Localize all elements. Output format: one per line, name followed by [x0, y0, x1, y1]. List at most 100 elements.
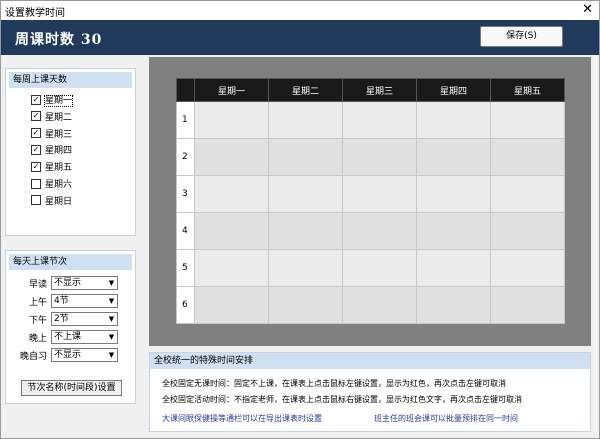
- period-number: 1: [176, 101, 195, 139]
- break-export-note: 大课间眼保健操等通栏可以在导出课表时设置: [162, 414, 322, 423]
- period-number: 4: [176, 212, 195, 250]
- timetable-cell[interactable]: [268, 101, 343, 139]
- timetable-row: 6: [176, 286, 565, 324]
- timetable-cell[interactable]: [342, 286, 417, 324]
- chevron-down-icon[interactable]: ▼: [107, 296, 116, 306]
- checkbox-checked-icon[interactable]: ✓: [31, 161, 41, 172]
- timetable-row: 3: [176, 175, 565, 213]
- weekday-checkbox[interactable]: ✓ 星期二: [31, 111, 72, 125]
- chevron-down-icon[interactable]: ▼: [107, 278, 116, 288]
- timetable-cell[interactable]: [268, 175, 343, 213]
- period-select-value: 不显示: [54, 350, 82, 360]
- weekday-checkbox[interactable]: ✓ 星期四: [31, 144, 72, 158]
- chevron-down-icon[interactable]: ▼: [107, 314, 116, 324]
- weekday-label: 星期四: [45, 146, 73, 157]
- period-label: 下午: [28, 316, 47, 326]
- period-select-value: 不显示: [54, 278, 82, 288]
- timetable-cell[interactable]: [194, 175, 269, 213]
- timetable-cell[interactable]: [416, 101, 491, 139]
- timetable-header: 星期五: [490, 78, 565, 102]
- save-button[interactable]: 保存(S): [480, 26, 563, 47]
- period-select[interactable]: 不显示 ▼: [51, 276, 118, 290]
- weekday-checkbox[interactable]: ✓ 星期一: [31, 94, 74, 108]
- timetable-cell[interactable]: [342, 138, 417, 176]
- checkbox-unchecked-icon[interactable]: [31, 195, 41, 206]
- timetable-cell[interactable]: [416, 286, 491, 324]
- timetable-cell[interactable]: [416, 175, 491, 213]
- timetable-cell[interactable]: [490, 212, 565, 250]
- corner-cell: [176, 78, 195, 102]
- timetable-cell[interactable]: [194, 212, 269, 250]
- timetable-row: 4: [176, 212, 565, 250]
- timetable-header: 星期二: [268, 78, 343, 102]
- checkbox-checked-icon[interactable]: ✓: [31, 111, 41, 122]
- timetable-cell[interactable]: [342, 249, 417, 287]
- weekday-label: 星期一: [43, 95, 74, 107]
- close-icon[interactable]: ✕: [582, 2, 593, 17]
- period-select[interactable]: 4节 ▼: [51, 294, 118, 308]
- timetable-cell[interactable]: [194, 101, 269, 139]
- period-select-value: 不上课: [54, 332, 82, 342]
- period-select-value: 2节: [54, 314, 69, 324]
- timetable-row: 1: [176, 101, 565, 139]
- weekday-label: 星期二: [45, 112, 73, 123]
- timetable-cell[interactable]: [342, 175, 417, 213]
- period-label: 上午: [28, 298, 47, 308]
- weekday-checkbox[interactable]: ✓ 星期三: [31, 128, 72, 142]
- timetable-cell[interactable]: [268, 249, 343, 287]
- weekdays-panel-title: 每周上课天数: [9, 72, 132, 88]
- period-names-button[interactable]: 节次名称(时间段)设置: [21, 380, 122, 396]
- timetable-cell[interactable]: [416, 249, 491, 287]
- period-select[interactable]: 2节 ▼: [51, 312, 118, 326]
- period-select[interactable]: 不上课 ▼: [51, 330, 118, 344]
- timetable-cell[interactable]: [490, 286, 565, 324]
- timetable-cell[interactable]: [416, 212, 491, 250]
- checkbox-checked-icon[interactable]: ✓: [31, 128, 41, 139]
- timetable-cell[interactable]: [342, 212, 417, 250]
- timetable-cell[interactable]: [490, 101, 565, 139]
- timetable-cell[interactable]: [194, 249, 269, 287]
- timetable-cell[interactable]: [268, 286, 343, 324]
- timetable-cell[interactable]: [490, 138, 565, 176]
- timetable-cell[interactable]: [194, 138, 269, 176]
- checkbox-unchecked-icon[interactable]: [31, 178, 41, 189]
- weekday-label: 星期六: [45, 180, 73, 190]
- timetable-cell[interactable]: [416, 138, 491, 176]
- timetable-row: 5: [176, 249, 565, 287]
- period-select-value: 4节: [54, 296, 69, 306]
- period-label: 晚自习: [19, 352, 47, 362]
- period-number: 3: [176, 175, 195, 213]
- fixed-activity-text: 全校固定活动时间：不指定老师，在课表上点击鼠标右键设置，显示为红色文字，再次点击…: [162, 395, 522, 404]
- settings-window: 设置教学时间 ✕ 周课时数 30 保存(S) 每周上课天数 ✓ 星期一 ✓ 星期二 ✓ 星…: [0, 0, 600, 439]
- weekday-checkbox[interactable]: 星期日: [31, 195, 72, 209]
- class-meeting-note: 班主任的班会课可以批量预排在同一时间: [374, 414, 518, 423]
- checkbox-checked-icon[interactable]: ✓: [31, 94, 41, 105]
- period-label: 晚上: [28, 334, 47, 344]
- checkbox-checked-icon[interactable]: ✓: [31, 144, 41, 155]
- timetable-cell[interactable]: [490, 249, 565, 287]
- chevron-down-icon[interactable]: ▼: [107, 332, 116, 342]
- weekday-label: 星期日: [45, 196, 73, 207]
- timetable-cell[interactable]: [268, 138, 343, 176]
- special-panel-title: 全校统一的特殊时间安排: [150, 353, 590, 369]
- timetable-header: 星期一: [194, 78, 269, 102]
- timetable-cell[interactable]: [342, 101, 417, 139]
- weekly-hours-title: 周课时数 30: [15, 32, 103, 48]
- timetable-header: 星期四: [416, 78, 491, 102]
- timetable-cell[interactable]: [268, 212, 343, 250]
- timetable: 星期一 星期二 星期三 星期四 星期五 123456: [176, 78, 565, 324]
- period-select[interactable]: 不显示 ▼: [51, 348, 118, 362]
- period-number: 2: [176, 138, 195, 176]
- weekday-label: 星期五: [45, 163, 73, 174]
- weekday-checkbox[interactable]: ✓ 星期五: [31, 161, 72, 175]
- timetable-cell[interactable]: [490, 175, 565, 213]
- title-bar: 设置教学时间 ✕: [1, 1, 599, 20]
- timetable-row: 2: [176, 138, 565, 176]
- chevron-down-icon[interactable]: ▼: [107, 350, 116, 360]
- period-number: 5: [176, 249, 195, 287]
- timetable-header: 星期三: [342, 78, 417, 102]
- timetable-cell[interactable]: [194, 286, 269, 324]
- weekday-checkbox[interactable]: 星期六: [31, 178, 72, 192]
- period-number: 6: [176, 286, 195, 324]
- weekday-label: 星期三: [45, 129, 73, 140]
